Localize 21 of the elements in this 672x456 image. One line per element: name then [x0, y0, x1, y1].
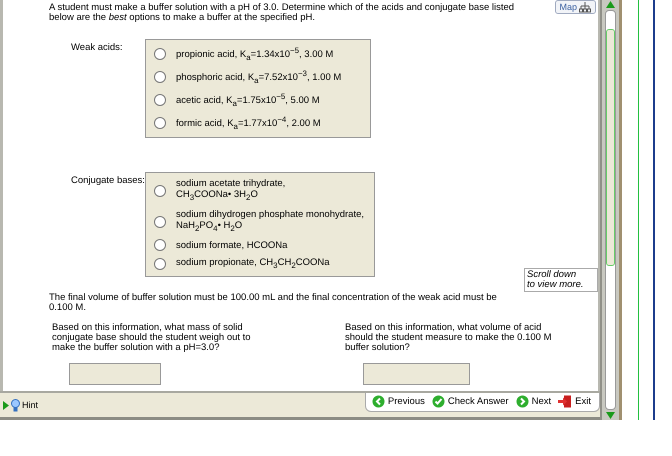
option-label[interactable]: sodium acetate trihydrate, CH$_{3}$COONa• 3H$_{2}$O [176, 176, 286, 206]
option-label[interactable]: formic acid, K$_{a}$=1.77x10$^{−4}$, 2.00 M [176, 112, 321, 134]
option-label[interactable]: sodium propionate, CH$_{3}$CH$_{2}$COONa [176, 254, 330, 273]
option-label[interactable]: phosphoric acid, K$_{a}$=7.52x10$^{−3}$, 1.00 M [176, 66, 342, 88]
group-label: Weak acids: [70, 41, 124, 55]
sub-question-text: Based on this information, what volume of acid should the student measure to make the 0.100 M buffer solution? [345, 322, 552, 353]
option-label[interactable]: sodium formate, HCOONa [176, 238, 288, 253]
sub-question-text: Based on this information, what mass of solid conjugate base should the student weigh out to make the buffer solution with a pH=3.0? [52, 322, 252, 353]
instruction-text: The final volume of buffer solution must be 100.00 mL and the final concentration of the weak acid must be 0.100 M. [49, 292, 498, 313]
nav-button[interactable]: Previous [372, 394, 425, 408]
hint-button[interactable]: Hint [0, 398, 38, 412]
option-label[interactable]: sodium dihydrogen phosphate monohydrate, NaH$_{2}$PO$_{4}$• H$_{2}$O [176, 207, 364, 236]
nav-button[interactable]: Check Answer [432, 394, 509, 408]
nav-button[interactable]: Next [516, 394, 552, 408]
scroll-hint: Scroll down to view more. [524, 268, 598, 292]
group-label: Conjugate bases: [70, 174, 145, 188]
option-label[interactable]: acetic acid, K$_{a}$=1.75x10$^{−5}$, 5.00 M [176, 89, 320, 112]
map-button[interactable]: Map [555, 0, 596, 14]
question-text: A student must make a buffer solution with a pH of 3.0. Determine which of the acids and conjugate base listed below are the best options to make a buffer at the specified pH. [49, 3, 516, 23]
nav-button[interactable]: Exit [558, 394, 591, 408]
option-label[interactable]: propionic acid, K$_{a}$=1.34x10$^{−5}$, 3.00 M [176, 43, 334, 66]
